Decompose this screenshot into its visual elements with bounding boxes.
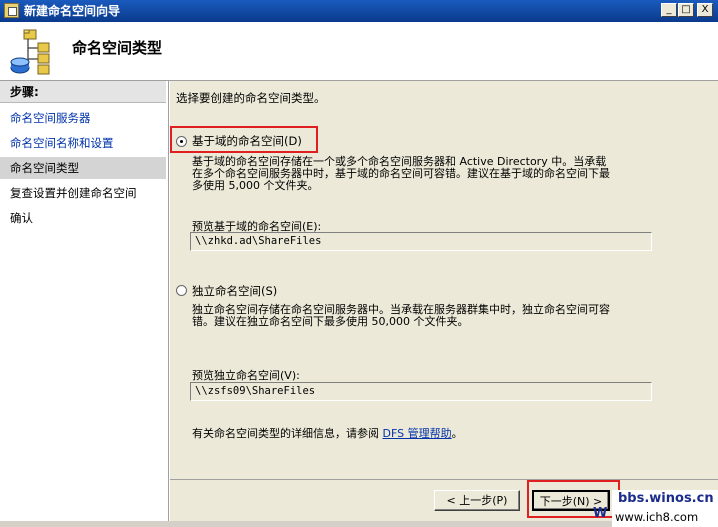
standalone-namespace-label[interactable]: 独立命名空间(S) (192, 282, 277, 300)
standalone-namespace-radio[interactable] (176, 285, 187, 296)
domain-namespace-label[interactable]: 基于域的命名空间(D) (192, 132, 302, 150)
watermark-site: www.ich8.com (615, 510, 699, 524)
description-line: 错。建议在独立命名空间下最多使用 50,000 个文件夹。 (192, 315, 469, 328)
minimize-button[interactable]: _ (661, 3, 677, 17)
maximize-button[interactable]: □ (678, 3, 694, 17)
close-button[interactable]: X (697, 3, 713, 17)
step-review-create: 复查设置并创建命名空间 (10, 186, 137, 200)
window-title: 新建命名空间向导 (24, 4, 121, 18)
window-bottom-border (0, 521, 718, 527)
description-line: 多使用 5,000 个文件夹。 (192, 179, 319, 192)
help-suffix: 。 (451, 427, 463, 440)
instruction-text: 选择要创建的命名空间类型。 (176, 91, 326, 105)
step-confirmation: 确认 (10, 211, 33, 225)
dfs-help-link[interactable]: DFS 管理帮助 (383, 427, 452, 440)
standalone-preview-field: \\zsfs09\ShareFiles (190, 382, 652, 401)
step-namespace-name-settings[interactable]: 命名空间名称和设置 (0, 132, 166, 154)
standalone-namespace-description: 独立命名空间存储在命名空间服务器中。当承载在服务器群集中时，独立命名空间可容 错… (192, 304, 672, 328)
steps-header: 步骤: (0, 81, 166, 103)
back-button[interactable]: < 上一步(P) (434, 490, 520, 511)
domain-namespace-radio[interactable] (176, 136, 187, 147)
watermark-letter: W (593, 506, 608, 521)
domain-preview-field: \\zhkd.ad\ShareFiles (190, 232, 652, 251)
domain-namespace-description: 基于域的命名空间存储在一个或多个命名空间服务器和 Active Director… (192, 156, 672, 192)
wizard-app-icon (4, 3, 19, 18)
namespace-wizard-icon (10, 29, 50, 75)
step-namespace-type: 命名空间类型 (0, 157, 166, 179)
standalone-preview-label: 预览独立命名空间(V): (192, 369, 300, 382)
help-text: 有关命名空间类型的详细信息，请参阅 DFS 管理帮助。 (192, 425, 463, 441)
page-title: 命名空间类型 (72, 39, 163, 57)
watermark-forum: bbs.winos.cn (618, 491, 714, 506)
help-prefix: 有关命名空间类型的详细信息，请参阅 (192, 427, 379, 440)
step-namespace-server[interactable]: 命名空间服务器 (0, 107, 166, 129)
